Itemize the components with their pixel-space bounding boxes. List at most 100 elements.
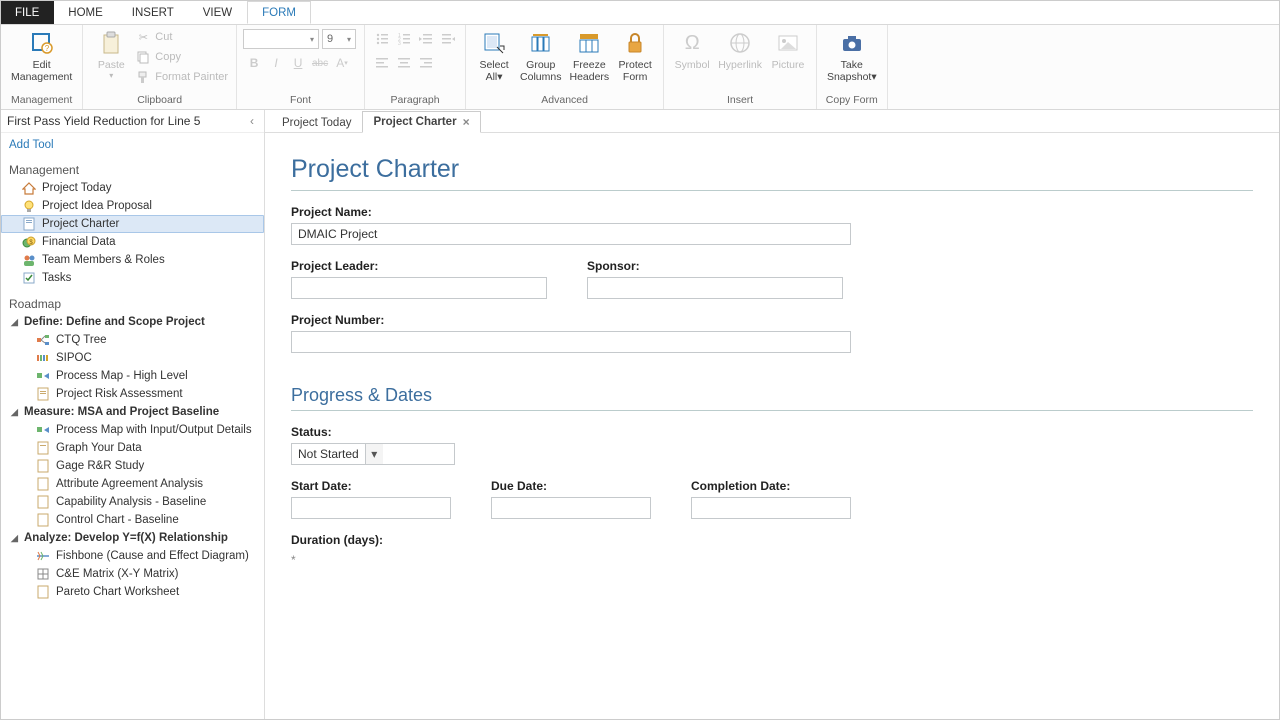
status-label: Status: [291,425,1253,439]
picture-icon [774,29,802,57]
menu-home[interactable]: HOME [54,1,118,24]
project-name-input[interactable] [291,223,851,245]
status-select[interactable]: Not Started ▾ [291,443,455,465]
add-tool-link[interactable]: Add Tool [1,133,264,157]
sub-process-map-hl[interactable]: Process Map - High Level [1,367,264,385]
font-size-select[interactable]: 9▾ [322,29,356,49]
project-leader-label: Project Leader: [291,259,547,273]
align-right-button[interactable] [415,53,437,73]
underline-button[interactable]: U [287,53,309,73]
management-list: Project Today Project Idea Proposal Proj… [1,179,264,291]
sidebar-scroll[interactable]: Management Project Today Project Idea Pr… [1,157,264,719]
symbol-button[interactable]: Ω Symbol [670,27,714,73]
group-columns-label: GroupColumns [520,59,561,83]
italic-button[interactable]: I [265,53,287,73]
progress-dates-title: Progress & Dates [291,367,1253,411]
freeze-headers-label: FreezeHeaders [569,59,609,83]
start-date-input[interactable] [291,497,451,519]
sub-graph-data[interactable]: Graph Your Data [1,439,264,457]
collapse-sidebar-button[interactable]: ‹ [246,114,258,128]
triangle-down-icon: ◢ [11,407,20,418]
indent-button[interactable] [437,29,459,49]
phase-define[interactable]: ◢ Define: Define and Scope Project [1,313,264,331]
doc-tab-project-today[interactable]: Project Today [271,113,362,133]
ribbon-group-label-advanced: Advanced [472,92,657,109]
sponsor-label: Sponsor: [587,259,843,273]
select-all-label: SelectAll▾ [479,59,508,83]
ribbon-group-copyform: TakeSnapshot▾ Copy Form [817,25,888,109]
nav-team-members[interactable]: Team Members & Roles [1,251,264,269]
due-date-input[interactable] [491,497,651,519]
sub-pareto-chart[interactable]: Pareto Chart Worksheet [1,583,264,601]
font-family-select[interactable]: ▾ [243,29,319,49]
hyperlink-button[interactable]: Hyperlink [714,27,766,73]
menu-file[interactable]: FILE [1,1,54,24]
svg-text:3: 3 [398,41,401,46]
sub-capability-baseline[interactable]: Capability Analysis - Baseline [1,493,264,511]
menu-insert[interactable]: INSERT [118,1,189,24]
ribbon-group-label-management: Management [7,92,76,109]
project-leader-input[interactable] [291,277,547,299]
paintbrush-icon [135,69,151,85]
protect-form-button[interactable]: ProtectForm [613,27,657,85]
outdent-button[interactable] [415,29,437,49]
strike-button[interactable]: abc [309,53,331,73]
sub-fishbone[interactable]: Fishbone (Cause and Effect Diagram) [1,547,264,565]
ribbon: ? EditManagement Management Paste ▾ [1,25,1279,110]
phase-measure[interactable]: ◢ Measure: MSA and Project Baseline [1,403,264,421]
project-title-bar: First Pass Yield Reduction for Line 5 ‹ [1,110,264,133]
ribbon-group-paragraph: 123 [365,25,466,109]
matrix-icon [35,567,50,582]
duration-label: Duration (days): [291,533,1253,547]
document-icon [35,495,50,510]
align-left-button[interactable] [371,53,393,73]
ribbon-group-font: ▾ 9▾ B I U abc A▾ Font [237,25,365,109]
bullet-list-button[interactable] [371,29,393,49]
paste-icon [97,29,125,57]
tree-icon [35,333,50,348]
nav-tasks[interactable]: Tasks [1,269,264,287]
sub-process-map-io[interactable]: Process Map with Input/Output Details [1,421,264,439]
group-columns-button[interactable]: GroupColumns [516,27,565,85]
sub-ctq-tree[interactable]: CTQ Tree [1,331,264,349]
status-value: Not Started [292,447,365,461]
nav-project-idea[interactable]: Project Idea Proposal [1,197,264,215]
phase-analyze[interactable]: ◢ Analyze: Develop Y=f(X) Relationship [1,529,264,547]
bold-button[interactable]: B [243,53,265,73]
menu-form[interactable]: FORM [247,1,311,24]
doc-tab-project-charter[interactable]: Project Charter × [362,111,480,133]
freeze-headers-icon [575,29,603,57]
nav-financial-data[interactable]: $ Financial Data [1,233,264,251]
form-area[interactable]: Project Charter Project Name: Project Le… [265,133,1279,719]
charter-icon [21,217,36,232]
cut-button[interactable]: ✂ Cut [133,27,230,47]
align-center-button[interactable] [393,53,415,73]
nav-project-charter[interactable]: Project Charter [1,215,264,233]
copy-button[interactable]: Copy [133,47,230,67]
take-snapshot-button[interactable]: TakeSnapshot▾ [823,27,881,85]
sub-gage-rr[interactable]: Gage R&R Study [1,457,264,475]
picture-button[interactable]: Picture [766,27,810,73]
font-color-button[interactable]: A▾ [331,53,353,73]
completion-date-input[interactable] [691,497,851,519]
document-icon [35,585,50,600]
sponsor-input[interactable] [587,277,843,299]
sub-sipoc[interactable]: SIPOC [1,349,264,367]
paste-button[interactable]: Paste ▾ [89,27,133,82]
sub-ce-matrix[interactable]: C&E Matrix (X-Y Matrix) [1,565,264,583]
nav-project-today[interactable]: Project Today [1,179,264,197]
sipoc-icon [35,351,50,366]
numbered-list-button[interactable]: 123 [393,29,415,49]
edit-management-button[interactable]: ? EditManagement [7,27,76,85]
freeze-headers-button[interactable]: FreezeHeaders [565,27,613,85]
sub-risk-assessment[interactable]: Project Risk Assessment [1,385,264,403]
close-tab-button[interactable]: × [463,115,470,129]
sub-control-chart-baseline[interactable]: Control Chart - Baseline [1,511,264,529]
scissors-icon: ✂ [135,29,151,45]
menu-view[interactable]: VIEW [189,1,247,24]
select-all-button[interactable]: SelectAll▾ [472,27,516,85]
format-painter-button[interactable]: Format Painter [133,67,230,87]
select-all-icon [480,29,508,57]
sub-attribute-agreement[interactable]: Attribute Agreement Analysis [1,475,264,493]
project-number-input[interactable] [291,331,851,353]
